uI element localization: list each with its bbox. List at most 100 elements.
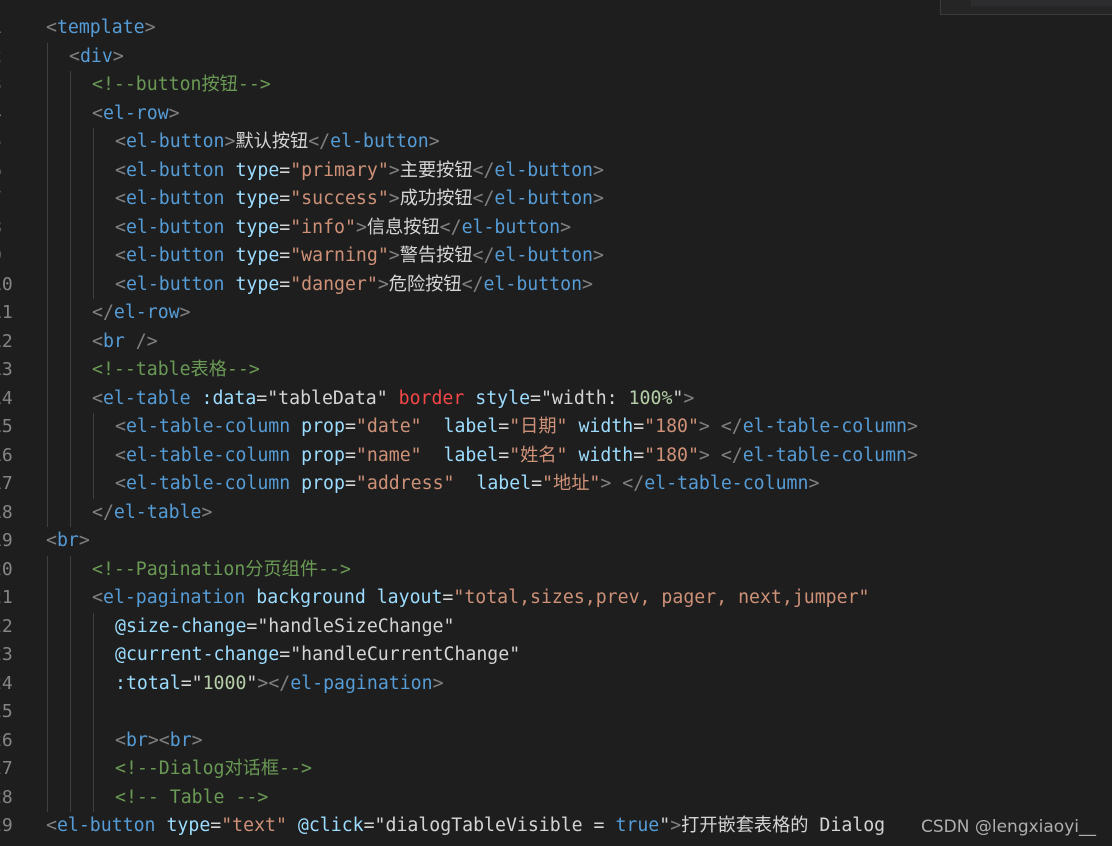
line-number: 24 bbox=[0, 672, 13, 694]
code-line[interactable]: 19 <br> bbox=[0, 527, 1112, 556]
indent-guide bbox=[47, 42, 48, 71]
code-line[interactable]: 27 <!--Dialog对话框--> bbox=[0, 755, 1112, 784]
indent-guide bbox=[47, 726, 48, 755]
code-token: el-table-column bbox=[125, 473, 291, 494]
code-token: el-table-column bbox=[125, 416, 291, 437]
code-token: > bbox=[78, 530, 90, 551]
code-text: <el-button>默认按钮</el-button> bbox=[115, 128, 440, 157]
code-token: > bbox=[592, 245, 604, 266]
code-line[interactable]: 10<el-button type="danger">危险按钮</el-butt… bbox=[0, 270, 1112, 299]
code-line[interactable]: 9<el-button type="warning">警告按钮</el-butt… bbox=[0, 242, 1112, 271]
code-line[interactable]: 28 <!-- Table --> bbox=[0, 783, 1112, 812]
code-line[interactable]: 12 <br /> bbox=[0, 327, 1112, 356]
code-line[interactable]: 6<el-button type="primary">主要按钮</el-butt… bbox=[0, 156, 1112, 185]
code-token: > bbox=[201, 501, 213, 523]
line-number: 19 bbox=[0, 530, 13, 551]
code-editor[interactable]: 1<template>2 <div>3<!--button按钮-->4<el-ro… bbox=[0, 0, 1112, 846]
code-token: "date" bbox=[355, 416, 422, 437]
code-line[interactable]: 26<br><br> bbox=[0, 726, 1112, 756]
code-token: type bbox=[235, 159, 280, 181]
indent-guide bbox=[93, 185, 94, 214]
code-line[interactable]: 2 <div> bbox=[0, 42, 1112, 72]
code-token: template bbox=[56, 17, 145, 38]
indent-guide bbox=[47, 213, 48, 242]
code-line[interactable]: 21 <el-pagination background layout="tota… bbox=[0, 584, 1112, 613]
code-text: </el-table> bbox=[92, 499, 212, 528]
code-line[interactable]: 25 bbox=[0, 698, 1112, 727]
code-line[interactable]: 17<el-table-column prop="address" label=… bbox=[0, 470, 1112, 499]
code-line[interactable]: 20 <!--Pagination分页组件--> bbox=[0, 555, 1112, 584]
code-line[interactable]: 16<el-table-column prop="name" label="姓名… bbox=[0, 441, 1112, 470]
code-line[interactable]: 15<el-table-column prop="date" label="日期… bbox=[0, 413, 1112, 442]
code-text: <el-button type="success">成功按钮</el-butto… bbox=[115, 185, 604, 214]
indent-guide bbox=[47, 356, 48, 385]
code-token: < bbox=[46, 815, 57, 836]
code-line[interactable]: 11 </el-row> bbox=[0, 299, 1112, 328]
code-token: el-button bbox=[483, 273, 583, 295]
indent-guide bbox=[47, 99, 48, 128]
code-token: ></ bbox=[257, 672, 291, 694]
line-number: 14 bbox=[0, 387, 13, 409]
line-number: 22 bbox=[0, 615, 13, 637]
indent-guide bbox=[47, 441, 48, 470]
line-number: 23 bbox=[0, 644, 13, 665]
code-token: "日期" bbox=[509, 416, 568, 437]
code-token: < bbox=[115, 245, 126, 266]
code-line[interactable]: 4 <el-row> bbox=[0, 99, 1112, 128]
code-line[interactable]: 7<el-button type="success">成功按钮</el-butt… bbox=[0, 185, 1112, 214]
code-token: el-button bbox=[125, 131, 225, 152]
code-line[interactable]: 23 @current-change="handleCurrentChange" bbox=[0, 641, 1112, 670]
line-number: 2 bbox=[0, 43, 14, 72]
indent-guide bbox=[47, 299, 48, 328]
code-token: @current-change bbox=[115, 644, 280, 665]
code-token: = bbox=[279, 188, 291, 209]
code-token: prop bbox=[301, 473, 345, 494]
code-token: "地址" bbox=[542, 473, 601, 494]
code-text: @current-change="handleCurrentChange" bbox=[115, 641, 520, 670]
code-text: </el-row> bbox=[92, 299, 191, 328]
code-text: <br><br> bbox=[115, 727, 203, 756]
code-line[interactable]: 1 <template> bbox=[0, 14, 1112, 43]
code-token: border bbox=[398, 387, 465, 409]
code-line[interactable]: 22 @size-change="handleSizeChange" bbox=[0, 612, 1112, 641]
code-token: <!--button按钮--> bbox=[92, 74, 271, 95]
code-text: <br> bbox=[46, 527, 90, 556]
code-token: el-button bbox=[494, 159, 593, 181]
code-line[interactable]: 24:total="1000"></el-pagination> bbox=[0, 669, 1112, 698]
code-line[interactable]: 14<el-table :data="tableData" border sty… bbox=[0, 384, 1112, 413]
code-line[interactable]: 18 </el-table> bbox=[0, 498, 1112, 528]
code-token: > bbox=[592, 159, 604, 181]
code-token: type bbox=[235, 188, 280, 209]
code-line[interactable]: 8<el-button type="info">信息按钮</el-button> bbox=[0, 213, 1112, 242]
line-number: 11 bbox=[0, 302, 13, 323]
code-token: > bbox=[683, 387, 695, 409]
indent-guide bbox=[47, 755, 48, 784]
code-line[interactable]: 5<el-button>默认按钮</el-button> bbox=[0, 128, 1112, 157]
indent-guide bbox=[70, 470, 71, 499]
indent-guide bbox=[70, 641, 71, 670]
code-token: "tableData" bbox=[267, 387, 388, 409]
line-number: 17 bbox=[0, 473, 13, 494]
code-token: < bbox=[92, 330, 103, 352]
line-number: 27 bbox=[0, 758, 13, 779]
code-token: type bbox=[166, 815, 211, 836]
code-text: <div> bbox=[69, 43, 124, 72]
code-token: = bbox=[498, 416, 510, 437]
indent-guide bbox=[70, 185, 71, 214]
indent-guide bbox=[47, 783, 48, 812]
code-token: = bbox=[279, 216, 291, 238]
code-line[interactable]: 13 <!--table表格--> bbox=[0, 356, 1112, 385]
code-token: el-pagination bbox=[102, 587, 246, 608]
code-line[interactable]: 3 <!--button按钮--> bbox=[0, 71, 1112, 100]
code-token: "info" bbox=[290, 216, 356, 238]
code-token: br bbox=[169, 729, 192, 751]
code-token: br bbox=[125, 729, 148, 751]
indent-guide bbox=[93, 755, 94, 784]
indent-guide bbox=[47, 413, 48, 442]
code-token: = bbox=[530, 387, 541, 409]
code-token: type bbox=[235, 216, 280, 238]
code-token: el-table bbox=[113, 501, 202, 523]
